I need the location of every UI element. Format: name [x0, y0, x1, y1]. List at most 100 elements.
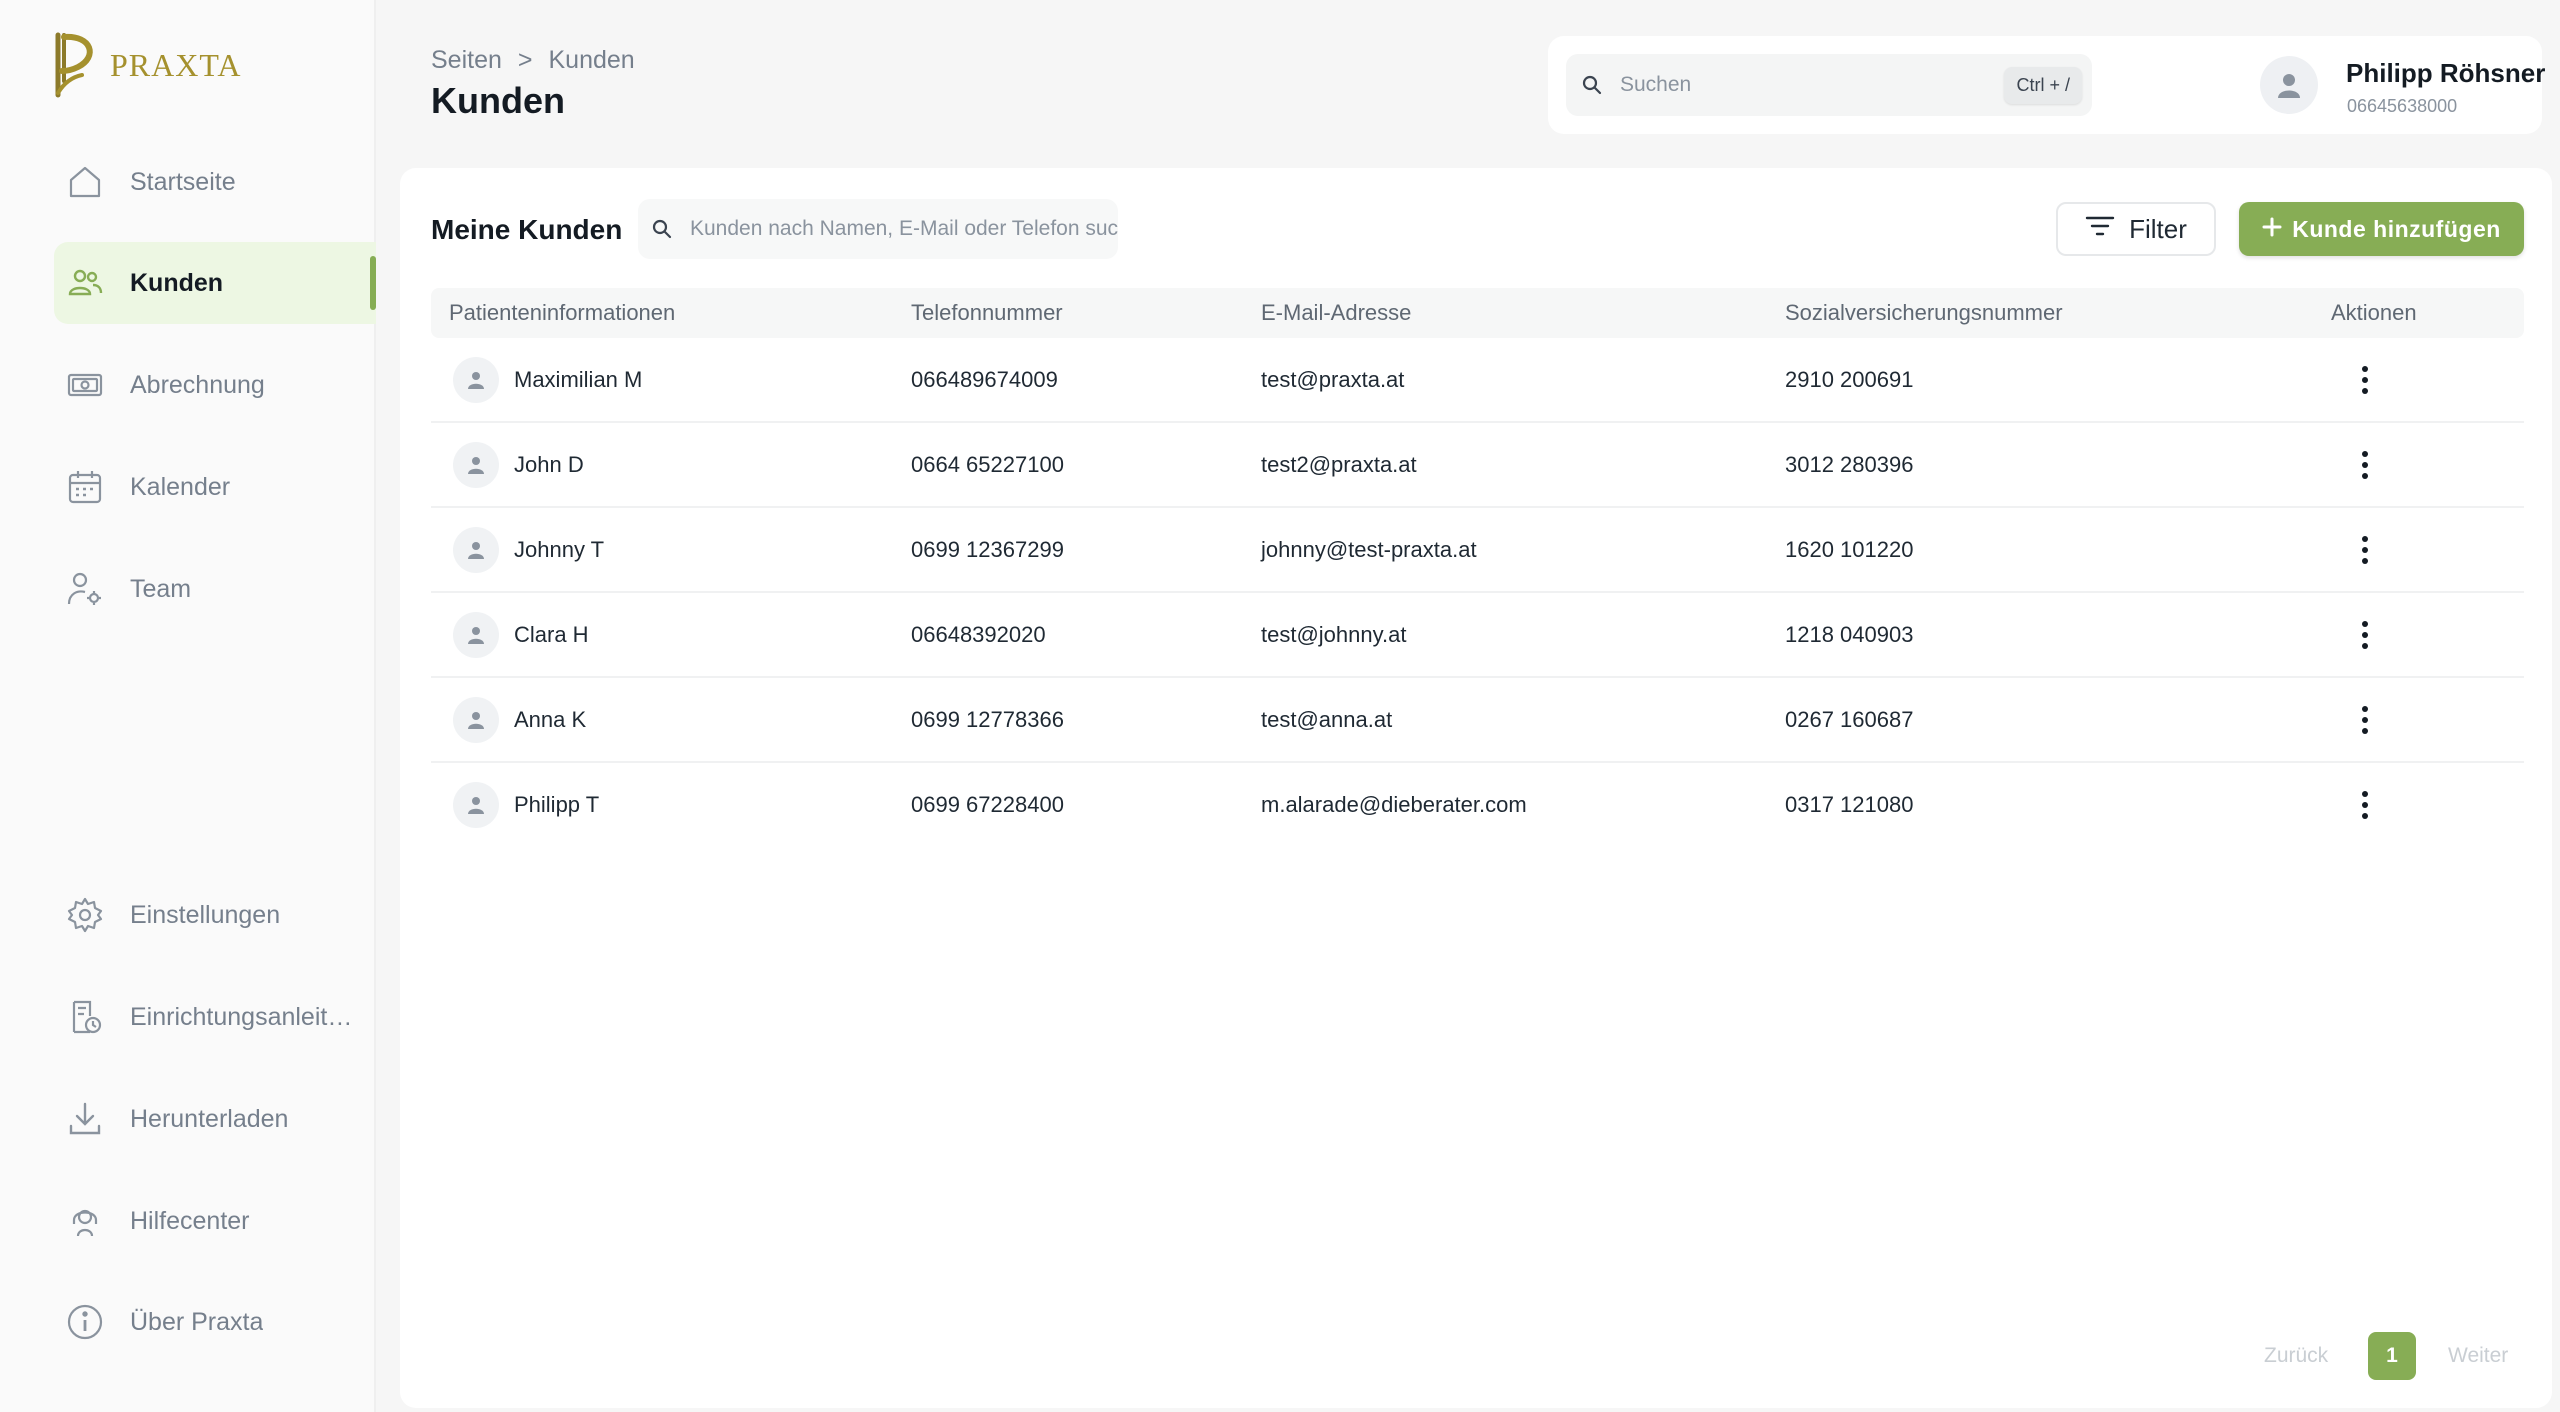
customer-phone: 0699 12367299: [911, 537, 1064, 562]
sidebar-item-label: Kalender: [130, 472, 231, 501]
user-name[interactable]: Philipp Röhsner: [2346, 58, 2545, 89]
row-actions-menu-icon[interactable]: [2350, 700, 2380, 740]
user-icon: [468, 457, 484, 474]
customer-email: test@praxta.at: [1261, 367, 1405, 392]
customer-svn: 3012 280396: [1785, 452, 1914, 477]
avatar: [453, 442, 499, 488]
customer-svn: 0317 121080: [1785, 792, 1914, 817]
filter-icon: [2085, 214, 2115, 245]
global-search-input[interactable]: Suchen Ctrl + /: [1566, 54, 2092, 116]
sidebar-item-label: Hilfecenter: [130, 1206, 250, 1235]
pagination-next-button[interactable]: Weiter: [2448, 1344, 2508, 1368]
sidebar-item-einrichtungsanleitung[interactable]: Einrichtungsanleitung: [54, 976, 376, 1058]
breadcrumb: Seiten > Kunden: [431, 46, 635, 75]
customer-email: test@anna.at: [1261, 707, 1393, 732]
sidebar-item-einstellungen[interactable]: Einstellungen: [54, 874, 376, 956]
filter-button[interactable]: Filter: [2056, 202, 2216, 256]
row-actions-menu-icon[interactable]: [2350, 615, 2380, 655]
setup-guide-icon: [66, 998, 104, 1036]
customers-card: Meine Kunden Filter Kunde hinzufügen Pat…: [400, 168, 2552, 1408]
avatar: [453, 612, 499, 658]
table-row[interactable]: Anna K 0699 12778366 test@anna.at 0267 1…: [431, 678, 2524, 763]
sidebar-item-kalender[interactable]: Kalender: [54, 446, 376, 528]
customer-name[interactable]: John D: [514, 452, 584, 478]
calendar-icon: [66, 468, 104, 506]
search-icon: [650, 217, 674, 241]
breadcrumb-current: Kunden: [548, 46, 635, 74]
billing-icon: [66, 366, 104, 404]
topbar: Suchen Ctrl + / Philipp Röhsner 06645638…: [1548, 36, 2545, 134]
sidebar-item-abrechnung[interactable]: Abrechnung: [54, 344, 376, 426]
customer-email: test@johnny.at: [1261, 622, 1407, 647]
table-row[interactable]: Clara H 06648392020 test@johnny.at 1218 …: [431, 593, 2524, 678]
customer-email: m.alarade@dieberater.com: [1261, 792, 1527, 817]
customer-svn: 0267 160687: [1785, 707, 1914, 732]
sidebar-item-startseite[interactable]: Startseite: [54, 141, 376, 223]
column-header-phone[interactable]: Telefonnummer: [911, 300, 1063, 326]
column-header-actions: Aktionen: [2331, 300, 2417, 325]
home-icon: [66, 163, 104, 201]
sidebar-item-label: Kunden: [130, 268, 224, 297]
add-customer-button[interactable]: Kunde hinzufügen: [2239, 202, 2524, 256]
customer-search-input[interactable]: [690, 217, 1118, 241]
pagination-page-button[interactable]: 1: [2368, 1332, 2416, 1380]
customer-name[interactable]: Clara H: [514, 622, 589, 648]
table-row[interactable]: Johnny T 0699 12367299 johnny@test-praxt…: [431, 508, 2524, 593]
user-phone: 06645638000: [2347, 96, 2458, 116]
table-header: Patienteninformationen Telefonnummer E-M…: [431, 288, 2524, 338]
user-icon: [468, 627, 484, 644]
filter-button-label: Filter: [2129, 213, 2187, 244]
sidebar-item-label: Team: [130, 574, 192, 603]
praxta-logo[interactable]: PRAXTA: [52, 30, 241, 100]
column-header-svn[interactable]: Sozialversicherungsnummer: [1785, 300, 2063, 326]
user-avatar[interactable]: [2260, 56, 2318, 114]
user-icon: [468, 712, 484, 729]
sidebar-item-label: Über Praxta: [130, 1307, 264, 1336]
table-row[interactable]: Maximilian M 066489674009 test@praxta.at…: [431, 338, 2524, 423]
user-icon: [2278, 74, 2300, 98]
sidebar-item-herunterladen[interactable]: Herunterladen: [54, 1078, 376, 1160]
column-header-patient[interactable]: Patienteninformationen: [449, 300, 675, 326]
sidebar-item-hilfecenter[interactable]: Hilfecenter: [54, 1180, 376, 1262]
customer-svn: 1620 101220: [1785, 537, 1914, 562]
customer-phone: 0699 67228400: [911, 792, 1064, 817]
customer-search-field[interactable]: [638, 199, 1118, 259]
sidebar-item-label: Einstellungen: [130, 900, 281, 929]
download-icon: [66, 1100, 104, 1138]
row-actions-menu-icon[interactable]: [2350, 360, 2380, 400]
user-icon: [468, 797, 484, 814]
customer-name[interactable]: Johnny T: [514, 537, 604, 563]
sidebar-item-label: Startseite: [130, 167, 236, 196]
avatar: [453, 357, 499, 403]
breadcrumb-separator: >: [517, 46, 533, 74]
sidebar-item-ueber-praxta[interactable]: Über Praxta: [54, 1281, 376, 1363]
gear-icon: [66, 896, 104, 934]
customer-phone: 06648392020: [911, 622, 1046, 647]
sidebar: PRAXTA Startseite Kunden Abrechnung Kale…: [0, 0, 376, 1412]
sidebar-item-label: Abrechnung: [130, 370, 265, 399]
plus-icon: [2262, 216, 2282, 243]
add-customer-label: Kunde hinzufügen: [2292, 215, 2501, 242]
customer-name[interactable]: Anna K: [514, 707, 586, 733]
row-actions-menu-icon[interactable]: [2350, 530, 2380, 570]
table-row[interactable]: John D 0664 65227100 test2@praxta.at 301…: [431, 423, 2524, 508]
row-actions-menu-icon[interactable]: [2350, 445, 2380, 485]
row-actions-menu-icon[interactable]: [2350, 785, 2380, 825]
customer-phone: 0699 12778366: [911, 707, 1064, 732]
table-row[interactable]: Philipp T 0699 67228400 m.alarade@dieber…: [431, 763, 2524, 848]
column-header-email[interactable]: E-Mail-Adresse: [1261, 300, 1411, 326]
sidebar-item-team[interactable]: Team: [54, 548, 376, 630]
card-title: Meine Kunden: [431, 214, 623, 245]
sidebar-item-kunden[interactable]: Kunden: [54, 242, 376, 324]
breadcrumb-root[interactable]: Seiten: [431, 46, 502, 75]
page-title: Kunden: [431, 80, 565, 121]
search-shortcut-hint: Ctrl + /: [2004, 66, 2082, 104]
customer-name[interactable]: Philipp T: [514, 792, 599, 818]
pagination-prev-button[interactable]: Zurück: [2264, 1344, 2328, 1368]
logo-text: PRAXTA: [110, 46, 242, 83]
info-icon: [66, 1303, 104, 1341]
customer-name[interactable]: Maximilian M: [514, 367, 642, 393]
avatar: [453, 697, 499, 743]
sidebar-item-label: Herunterladen: [130, 1104, 289, 1133]
user-icon: [468, 542, 484, 559]
